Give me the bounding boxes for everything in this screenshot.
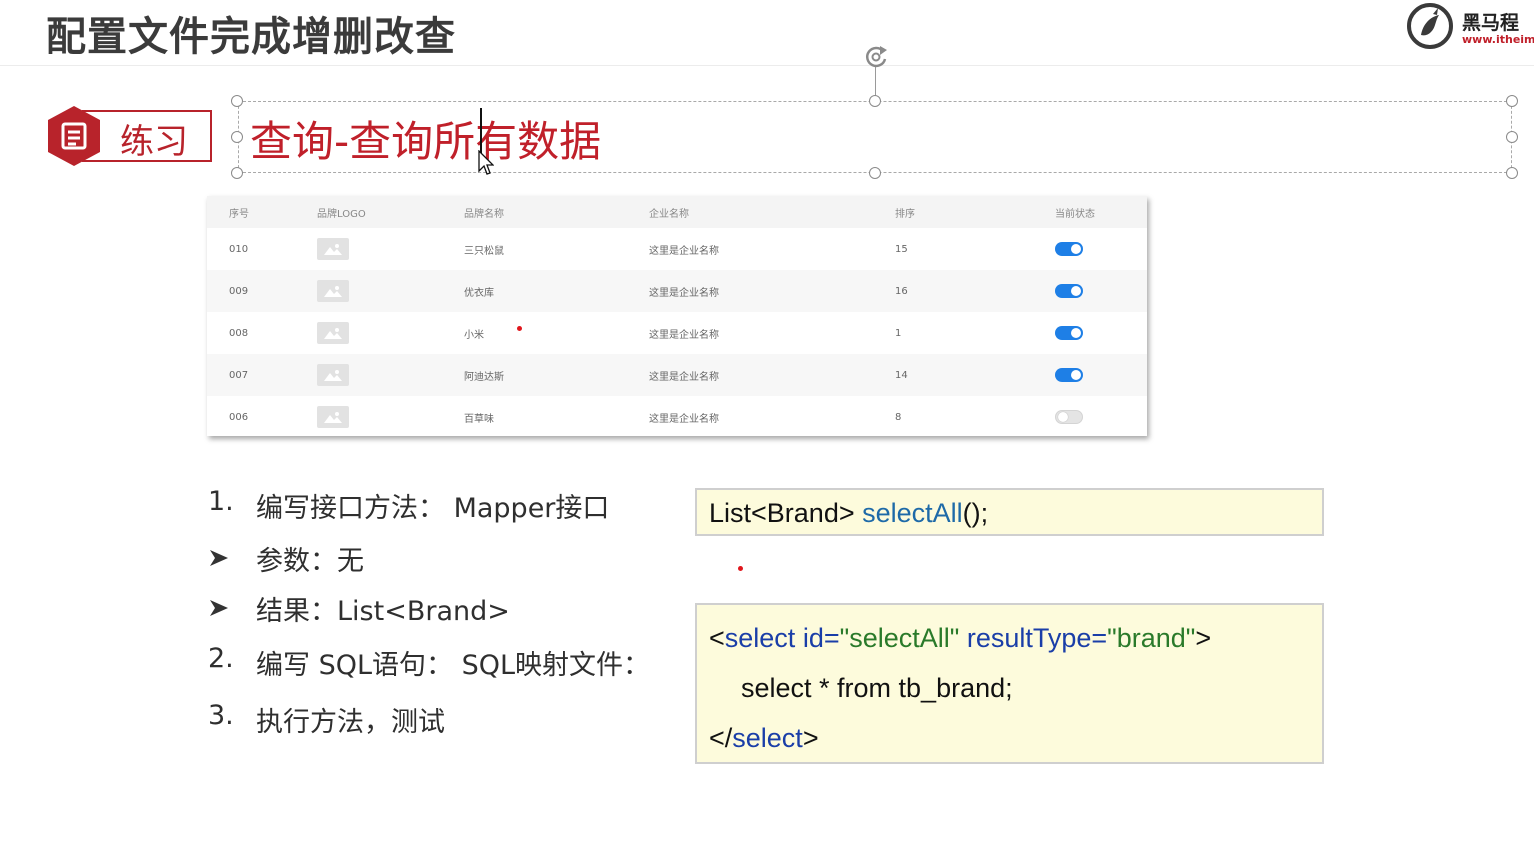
xml-end-close: > [802,723,819,753]
row-order: 14 [895,369,908,381]
bullet-params-text: 参数：无 [256,546,364,577]
step-1-text: 编写接口方法： Mapper接口 [256,493,610,524]
xml-code-line-2: select * from tb_brand; [741,673,1013,703]
status-toggle[interactable] [1055,242,1083,256]
resize-handle-middle-right[interactable] [1506,131,1518,143]
interface-code-line: List<Brand> selectAll(); [709,498,988,529]
row-status [1055,270,1083,312]
xml-attr-resulttype: resultType= [959,623,1108,653]
xml-tag-select: select [724,623,796,653]
xml-end-open: </ [709,723,733,753]
logo-name: 黑马程 [1462,12,1520,34]
status-toggle[interactable] [1055,368,1083,382]
brand-logo: 黑马程 www.itheim [1404,2,1534,52]
xml-value-resulttype: "brand" [1107,623,1196,653]
status-toggle[interactable] [1055,410,1083,424]
step-3-number: 3. [208,700,234,731]
horse-logo-icon [1407,3,1453,49]
step-2-number: 2. [208,643,234,674]
laser-pointer-dot [738,566,743,571]
resize-handle-bottom-right[interactable] [1506,167,1518,179]
code-method-name: selectAll [862,498,963,528]
step-3-text: 执行方法，测试 [256,707,445,738]
code-suffix: (); [962,498,989,528]
laser-pointer-dot [517,326,522,331]
bullet-result-text: 结果：List<Brand> [256,596,510,627]
header-status: 当前状态 [1055,208,1095,220]
resize-handle-top-center[interactable] [869,95,881,107]
header-order: 排序 [895,208,915,220]
row-status [1055,312,1083,354]
resize-handle-bottom-center[interactable] [869,167,881,179]
rotate-handle-icon[interactable] [861,42,891,72]
xml-code-box: <select id="selectAll" resultType="brand… [695,603,1324,764]
resize-handle-top-right[interactable] [1506,95,1518,107]
steps-list: 1. 编写接口方法： Mapper接口 参数：无 结果：List<Brand> … [0,0,690,862]
row-order: 16 [895,285,908,297]
row-status [1055,228,1083,270]
status-toggle[interactable] [1055,326,1083,340]
xml-attr-id: id= [795,623,840,653]
status-toggle[interactable] [1055,284,1083,298]
logo-url: www.itheim [1462,33,1534,46]
xml-end-tag: select [732,723,803,753]
interface-code-box: List<Brand> selectAll(); [695,488,1324,536]
row-order: 1 [895,327,902,339]
xml-code-line-3: </select> [709,723,819,754]
xml-close-bracket: > [1195,623,1212,653]
xml-code-line-1: <select id="selectAll" resultType="brand… [709,623,1211,654]
arrow-bullet-icon [210,550,228,566]
arrow-bullet-icon [210,600,228,616]
row-order: 8 [895,411,902,423]
step-1-number: 1. [208,486,234,517]
xml-value-id: "selectAll" [839,623,960,653]
row-status [1055,354,1083,396]
row-order: 15 [895,243,908,255]
step-2-text: 编写 SQL语句： SQL映射文件： [256,650,651,681]
code-return-type: List<Brand> [709,498,863,528]
xml-open-bracket: < [709,623,725,653]
row-status [1055,396,1083,436]
